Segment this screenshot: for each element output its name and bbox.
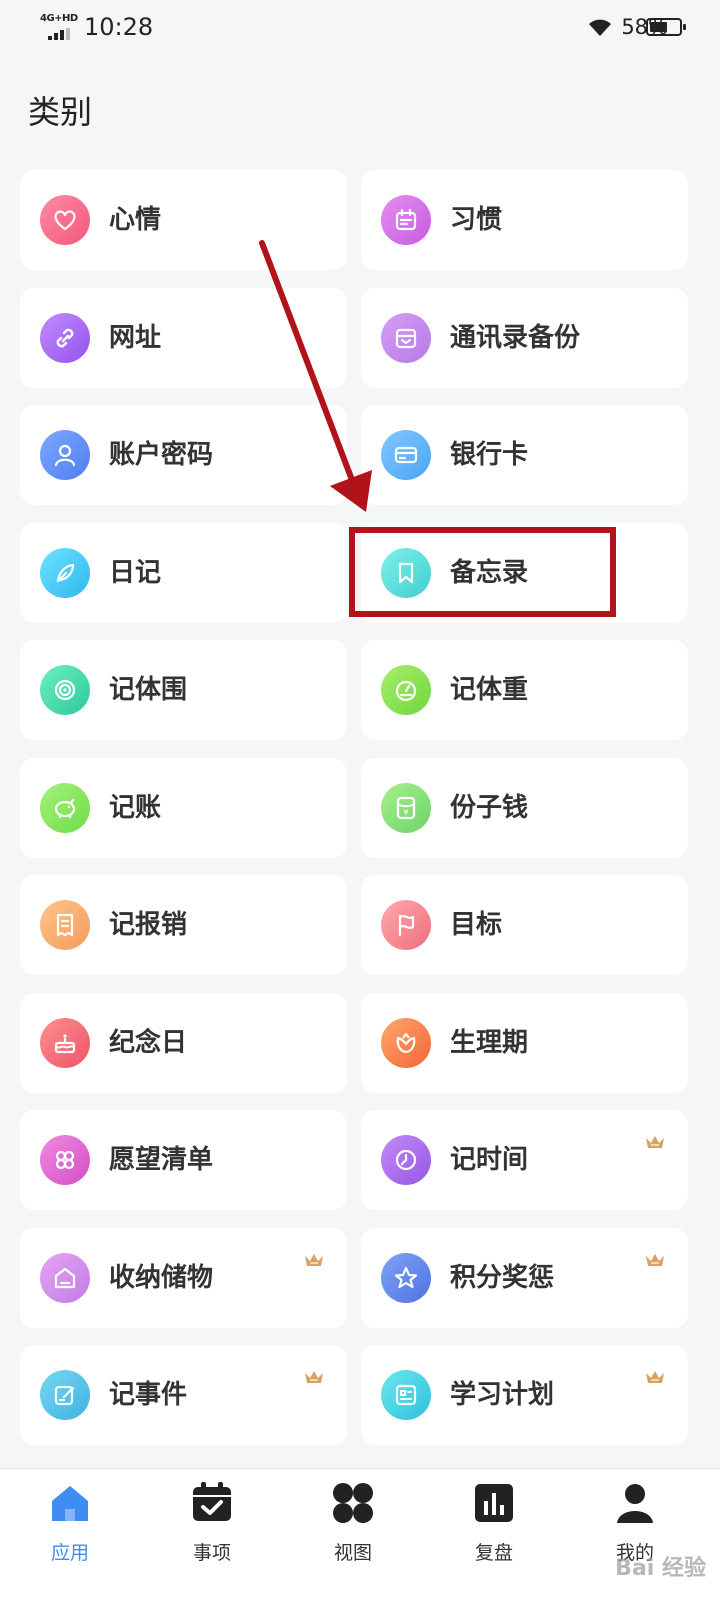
- scale-icon: [381, 665, 431, 715]
- clock-icon: [381, 1135, 431, 1185]
- category-card-17[interactable]: 记时间: [361, 1110, 688, 1210]
- category-label: 积分奖惩: [450, 1262, 555, 1293]
- category-card-11[interactable]: ¥ 份子钱: [361, 757, 688, 858]
- calendar-icon: [381, 195, 431, 245]
- category-card-19[interactable]: 积分奖惩: [361, 1227, 688, 1328]
- nav-item-3[interactable]: 复盘: [444, 1481, 544, 1581]
- contact-book-icon: [381, 312, 431, 363]
- category-card-2[interactable]: 网址: [20, 287, 347, 388]
- category-card-20[interactable]: 记事件: [20, 1345, 347, 1445]
- category-label: 学习计划: [450, 1380, 555, 1410]
- nav-item-0[interactable]: 应用: [20, 1481, 120, 1581]
- card-icon: [381, 430, 431, 480]
- category-label: 心情: [109, 205, 162, 235]
- nav-label: 事项: [192, 1542, 231, 1564]
- svg-text:¥: ¥: [403, 808, 408, 817]
- category-card-6[interactable]: 日记: [20, 522, 347, 623]
- nav-item-1[interactable]: 事项: [162, 1481, 262, 1581]
- nav-item-2[interactable]: 视图: [303, 1481, 403, 1581]
- category-card-14[interactable]: 纪念日: [20, 992, 347, 1093]
- grid-view-icon: [333, 1483, 373, 1523]
- category-card-18[interactable]: 收纳储物: [20, 1227, 347, 1328]
- category-label: 银行卡: [450, 440, 529, 470]
- feather-icon: [40, 547, 90, 598]
- flag-icon: [381, 900, 431, 950]
- highlight-box: [349, 527, 616, 617]
- category-label: 通讯录备份: [450, 322, 581, 353]
- category-label: 记体重: [450, 675, 529, 705]
- money-envelope-icon: ¥: [381, 782, 431, 833]
- status-time: 10:28: [84, 13, 154, 41]
- category-card-5[interactable]: 银行卡: [361, 405, 688, 505]
- battery-icon: [646, 18, 686, 36]
- crown-icon: [646, 1371, 664, 1383]
- signal-icon: [48, 28, 70, 40]
- category-card-21[interactable]: 学习计划: [361, 1345, 688, 1445]
- star-icon: [381, 1252, 431, 1303]
- category-card-15[interactable]: 生理期: [361, 992, 688, 1093]
- network-type: 4G+HD: [40, 13, 78, 24]
- page-title: 类别: [28, 93, 93, 131]
- link-icon: [40, 312, 90, 363]
- category-label: 愿望清单: [109, 1145, 214, 1175]
- category-label: 记体围: [109, 675, 188, 705]
- category-card-16[interactable]: 愿望清单: [20, 1110, 347, 1210]
- network-indicator: 4G+HD: [40, 14, 78, 40]
- category-card-3[interactable]: 通讯录备份: [361, 287, 688, 388]
- category-label: 网址: [109, 322, 162, 353]
- clover-icon: [40, 1135, 90, 1185]
- crown-icon: [646, 1136, 664, 1148]
- piggy-bank-icon: [40, 782, 90, 833]
- category-card-8[interactable]: 记体围: [20, 640, 347, 740]
- category-label: 记报销: [109, 910, 188, 940]
- profile-icon: [617, 1484, 653, 1523]
- bar-chart-icon: [475, 1484, 513, 1522]
- category-label: 账户密码: [109, 440, 214, 470]
- category-card-12[interactable]: 记报销: [20, 875, 347, 975]
- crown-icon: [305, 1253, 323, 1266]
- user-icon: [40, 430, 90, 480]
- category-card-4[interactable]: 账户密码: [20, 405, 347, 505]
- category-label: 份子钱: [450, 792, 529, 823]
- storage-box-icon: [40, 1252, 90, 1303]
- category-label: 记账: [109, 792, 162, 823]
- wifi-icon: [589, 19, 612, 36]
- study-plan-icon: [381, 1370, 431, 1420]
- category-label: 纪念日: [109, 1027, 188, 1058]
- category-label: 目标: [450, 910, 503, 940]
- category-card-10[interactable]: 记账: [20, 757, 347, 858]
- category-label: 生理期: [450, 1027, 529, 1058]
- bottom-nav: 应用 事项 视图 复盘 我的: [0, 1468, 720, 1601]
- watermark: Bai 经验: [615, 1556, 706, 1581]
- category-label: 记事件: [109, 1380, 188, 1410]
- category-label: 习惯: [450, 205, 503, 235]
- calendar-check-icon: [193, 1482, 231, 1521]
- heart-icon: [40, 195, 90, 245]
- receipt-icon: [40, 900, 90, 950]
- edit-note-icon: [40, 1370, 90, 1420]
- measure-tape-icon: [40, 665, 90, 715]
- category-card-0[interactable]: 心情: [20, 170, 347, 270]
- flower-icon: [381, 1017, 431, 1068]
- crown-icon: [646, 1253, 664, 1266]
- home-icon: [52, 1486, 88, 1521]
- nav-label: 复盘: [474, 1542, 513, 1564]
- nav-label: 视图: [333, 1542, 372, 1564]
- category-card-9[interactable]: 记体重: [361, 640, 688, 740]
- category-label: 收纳储物: [109, 1262, 214, 1293]
- cake-icon: [40, 1017, 90, 1068]
- category-label: 记时间: [450, 1145, 529, 1175]
- crown-icon: [305, 1371, 323, 1383]
- category-label: 日记: [109, 557, 162, 588]
- nav-label: 应用: [50, 1542, 89, 1564]
- status-bar: 4G+HD 10:28 58%: [0, 0, 720, 56]
- category-card-1[interactable]: 习惯: [361, 170, 688, 270]
- category-card-13[interactable]: 目标: [361, 875, 688, 975]
